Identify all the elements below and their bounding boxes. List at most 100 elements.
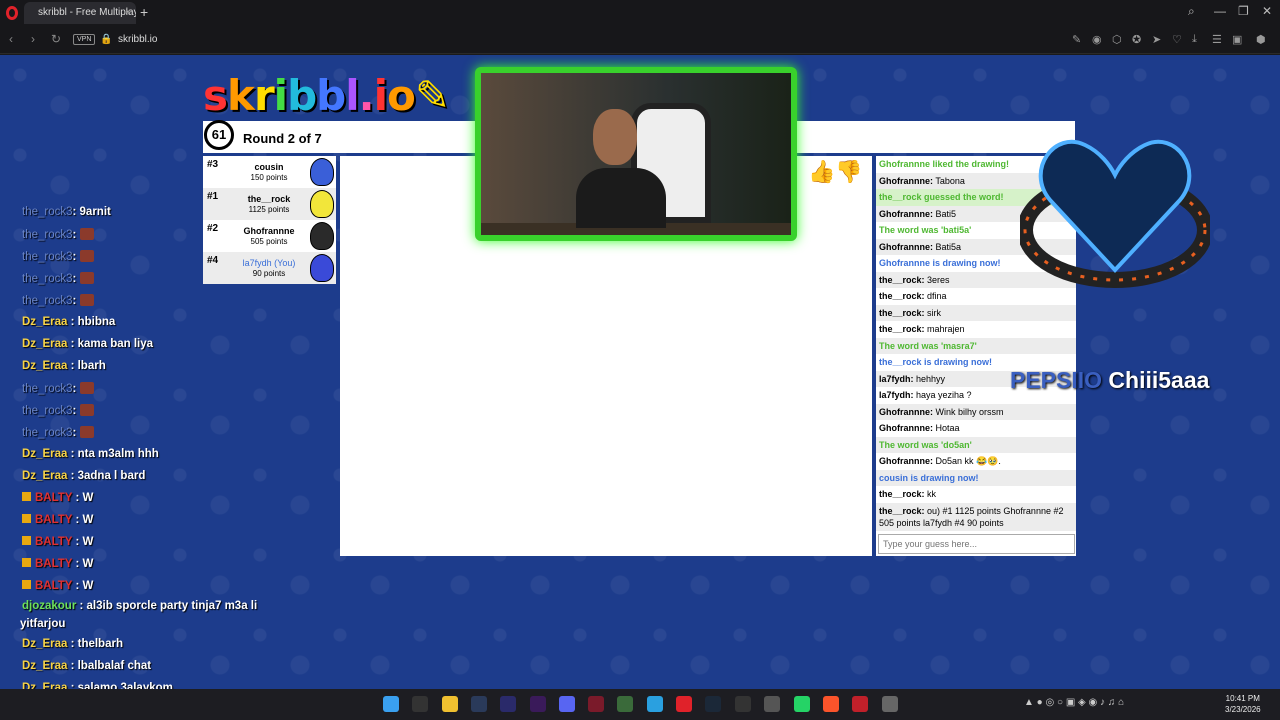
thumbs-up-icon[interactable]: 👍 xyxy=(808,159,835,184)
player-rank: #1 xyxy=(207,191,219,202)
chat-text: Ghofrannne liked the drawing! xyxy=(879,159,1010,169)
stream-chat-text: : W xyxy=(72,580,94,592)
brave-icon[interactable] xyxy=(823,696,839,712)
forward-icon[interactable]: › xyxy=(31,32,35,46)
stream-chat-user: BALTY xyxy=(35,558,73,570)
chat-username: la7fydh: xyxy=(879,390,914,400)
stream-chat-user: the_rock3 xyxy=(22,405,73,417)
skribbl-page: skribbl.io✎ 61 Round 2 of 7 #3 cousin 15… xyxy=(0,55,1280,689)
stream-chat-line: the_rock3: xyxy=(22,294,94,307)
stream-chat-text: : xyxy=(72,229,80,241)
send-icon[interactable]: ➤ xyxy=(1152,33,1161,46)
whatsapp-icon[interactable] xyxy=(794,696,810,712)
camera-icon[interactable]: ◉ xyxy=(1092,33,1102,46)
lock-icon[interactable]: 🔒 xyxy=(100,34,112,45)
chat-text: the__rock guessed the word! xyxy=(879,192,1004,202)
app-icon[interactable] xyxy=(852,696,868,712)
chat-text: Bati5 xyxy=(933,208,957,219)
heart-overlay-icon xyxy=(1020,139,1210,288)
stream-chat-user: BALTY xyxy=(35,492,73,504)
after-effects-icon[interactable] xyxy=(500,696,516,712)
subscriber-badge-icon xyxy=(22,492,31,501)
app-icon[interactable] xyxy=(588,696,604,712)
app-icon[interactable] xyxy=(735,696,751,712)
stream-chat-user: the_rock3 xyxy=(22,383,73,395)
pepsi-label: PEPSIIO xyxy=(1010,367,1103,393)
stream-chat-user: the_rock3 xyxy=(22,251,73,263)
stream-chat-line: BALTY : W xyxy=(22,492,93,504)
chat-username: the__rock: xyxy=(879,307,925,318)
chat-text: The word was 'bati5a' xyxy=(879,225,972,235)
xbox-icon[interactable] xyxy=(617,696,633,712)
browser-tab[interactable]: skribbl - Free Multiplayer × xyxy=(24,2,136,24)
close-window-icon[interactable]: ✕ xyxy=(1262,4,1272,18)
profile-icon[interactable]: ▣ xyxy=(1232,33,1242,46)
webcam-overlay xyxy=(475,67,797,241)
close-tab-icon[interactable]: × xyxy=(125,2,131,24)
chat-username: the__rock: xyxy=(879,291,925,301)
vpn-badge[interactable]: VPN xyxy=(73,34,96,45)
player-rank: #2 xyxy=(207,223,219,234)
url-field[interactable]: skribbl.io xyxy=(118,34,157,45)
guess-input[interactable] xyxy=(878,534,1075,554)
player-row[interactable]: #1 the__rock 1125 points xyxy=(203,188,336,220)
chat-text: dfina xyxy=(924,291,947,301)
streamer-head xyxy=(593,109,637,165)
player-row[interactable]: #2 Ghofrannne 505 points xyxy=(203,220,336,252)
search-tabs-icon[interactable]: ⌕ xyxy=(1188,4,1195,19)
telegram-icon[interactable] xyxy=(647,696,663,712)
chat-text: haya yeziha ? xyxy=(913,390,972,400)
stream-chat-text: : W xyxy=(72,514,94,526)
stream-chat-line: Dz_Eraa : nta m3alm hhh xyxy=(22,448,159,460)
premiere-icon[interactable] xyxy=(530,696,546,712)
stream-chat-line: Dz_Eraa : lbarh xyxy=(22,360,106,372)
minimize-icon[interactable]: — xyxy=(1214,4,1226,18)
heart-icon[interactable]: ♡ xyxy=(1172,33,1182,46)
stream-chat-line: Dz_Eraa : 3adna l bard xyxy=(22,470,145,482)
download-icon[interactable]: ⤓ xyxy=(1192,33,1197,46)
stream-chat-line: the_rock3: xyxy=(22,404,94,417)
obs-icon[interactable] xyxy=(764,696,780,712)
start-icon[interactable] xyxy=(383,696,399,712)
extension-icon[interactable]: ✪ xyxy=(1132,33,1141,46)
back-icon[interactable]: ‹ xyxy=(9,32,13,46)
stream-chat-text: : 3adna l bard xyxy=(67,470,146,482)
chat-username: the__rock: xyxy=(879,274,925,285)
sidebar-icon[interactable]: ⬢ xyxy=(1256,33,1266,46)
player-points: 1125 points xyxy=(248,205,290,214)
stream-chat-user: BALTY xyxy=(35,580,73,592)
thumbs-down-icon[interactable]: 👎 xyxy=(835,159,862,184)
file-explorer-icon[interactable] xyxy=(442,696,458,712)
stream-chat-text: : W xyxy=(72,558,94,570)
subscriber-badge-icon xyxy=(22,558,31,567)
discord-icon[interactable] xyxy=(559,696,575,712)
chat-message: the__rock: mahrajen xyxy=(876,321,1076,338)
steam-icon[interactable] xyxy=(705,696,721,712)
stream-chat-text: : xyxy=(72,273,80,285)
player-points: 90 points xyxy=(252,269,286,278)
stream-chat-line: BALTY : W xyxy=(22,580,93,592)
player-row[interactable]: #4 la7fydh (You) 90 points xyxy=(203,252,336,284)
emote-icon xyxy=(79,382,94,394)
chat-username: Ghofrannne: xyxy=(879,175,933,186)
extension-icon[interactable]: ✎ xyxy=(1072,33,1081,46)
player-row[interactable]: #3 cousin 150 points xyxy=(203,156,336,188)
extension-icon[interactable]: ⬡ xyxy=(1112,33,1122,46)
tray-icons[interactable]: ▲ ● ◎ ○ ▣ ◈ ◉ ♪ ♫ ⌂ xyxy=(1024,697,1124,708)
epic-games-icon[interactable] xyxy=(412,696,428,712)
maximize-icon[interactable]: ❐ xyxy=(1238,4,1249,18)
lightroom-icon[interactable] xyxy=(471,696,487,712)
menu-icon[interactable]: ☰ xyxy=(1212,33,1222,46)
new-tab-icon[interactable]: + xyxy=(140,4,148,20)
chat-username: Ghofrannne: xyxy=(879,423,933,433)
settings-icon[interactable] xyxy=(882,696,898,712)
reload-icon[interactable]: ↻ xyxy=(51,32,61,46)
opera-icon[interactable] xyxy=(676,696,692,712)
chat-message: The word was 'masra7' xyxy=(876,337,1076,354)
system-clock[interactable]: 10:41 PM 3/23/2026 xyxy=(1225,693,1261,715)
stream-chat-text: : nta m3alm hhh xyxy=(67,448,159,460)
clock-date: 3/23/2026 xyxy=(1225,705,1261,714)
stream-chat-text: : W xyxy=(72,492,94,504)
stream-chat-user: Dz_Eraa xyxy=(22,338,68,350)
opera-logo-icon[interactable] xyxy=(6,6,18,20)
